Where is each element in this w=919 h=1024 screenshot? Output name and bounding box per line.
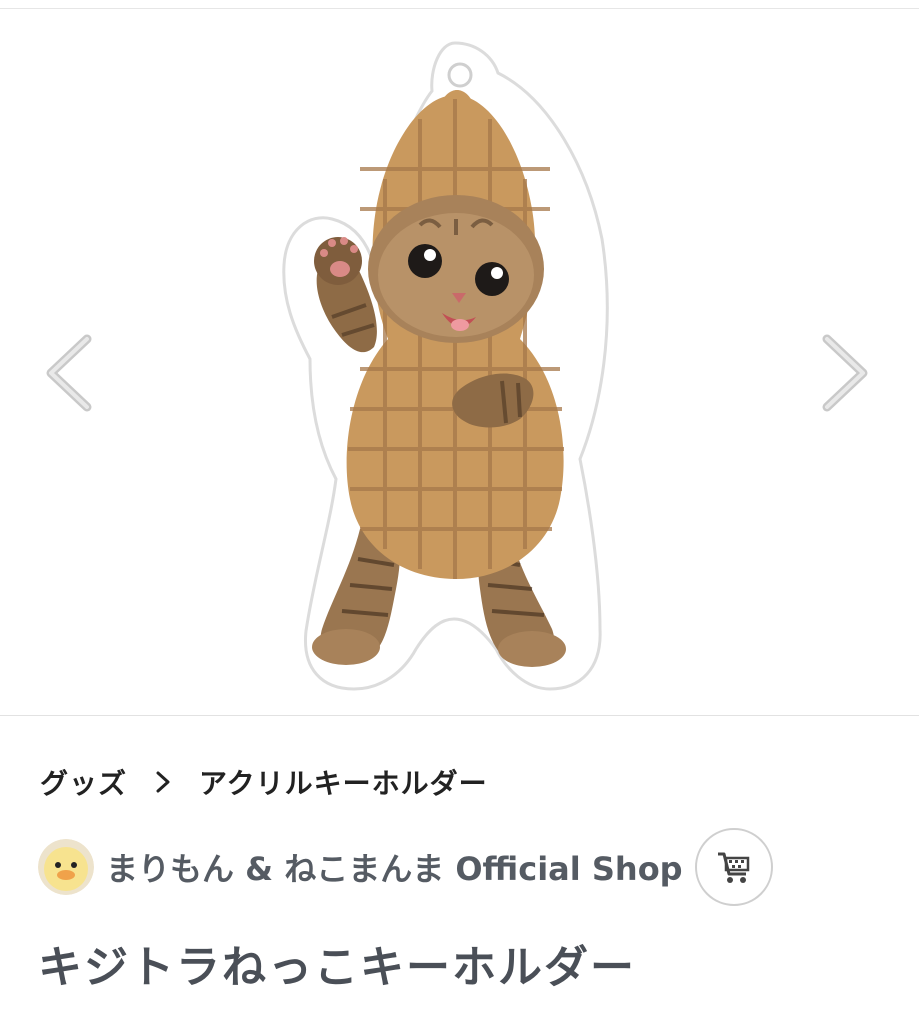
chevron-right-icon	[127, 770, 199, 794]
product-image[interactable]	[270, 29, 640, 699]
gallery-prev-button[interactable]	[40, 331, 96, 415]
breadcrumb: グッズ アクリルキーホルダー	[40, 760, 488, 804]
product-title: キジトラねっこキーホルダー	[38, 942, 636, 993]
chevron-left-icon	[46, 334, 92, 412]
duckling-avatar-icon	[38, 839, 94, 895]
breadcrumb-subcategory-link[interactable]: アクリルキーホルダー	[199, 762, 488, 802]
shop-name-link[interactable]: まりもん & ねこまんま Official Shop	[106, 844, 683, 890]
product-image-gallery[interactable]	[0, 9, 919, 715]
shop-cart-button[interactable]	[694, 828, 773, 906]
shopping-cart-icon	[717, 852, 749, 883]
gallery-next-button[interactable]	[818, 331, 874, 415]
breadcrumb-category-link[interactable]: グッズ	[40, 762, 127, 802]
shop-info: まりもん & ねこまんま Official Shop	[38, 826, 898, 908]
gallery-divider	[0, 715, 919, 716]
top-divider	[0, 0, 919, 9]
chevron-right-icon	[822, 334, 868, 412]
shop-avatar[interactable]	[38, 839, 94, 895]
